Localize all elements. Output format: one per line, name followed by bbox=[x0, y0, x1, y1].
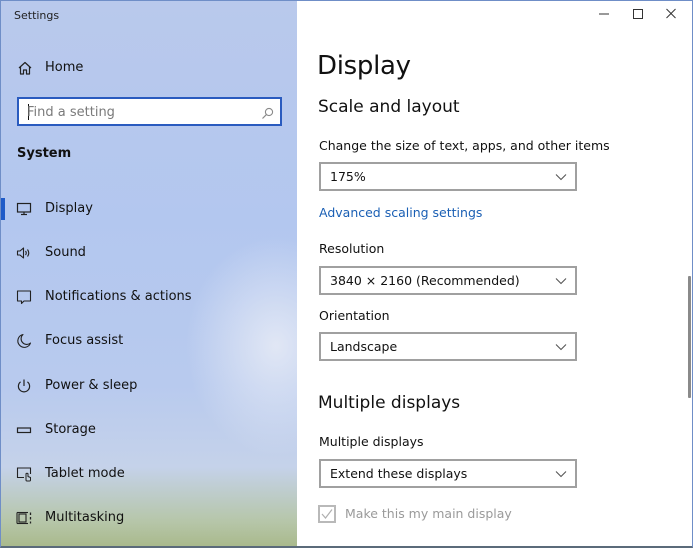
chevron-down-icon bbox=[555, 278, 567, 285]
notification-icon bbox=[16, 289, 32, 305]
settings-window: Settings Home System Display bbox=[0, 0, 693, 548]
monitor-icon bbox=[16, 201, 32, 217]
scrollbar-thumb[interactable] bbox=[688, 276, 691, 398]
close-button[interactable] bbox=[659, 5, 683, 25]
sidebar-item-storage[interactable]: Storage bbox=[1, 410, 297, 450]
section-heading-scale-layout: Scale and layout bbox=[318, 97, 460, 117]
sidebar: Settings Home System Display bbox=[1, 1, 297, 546]
orientation-value: Landscape bbox=[330, 339, 398, 354]
chevron-down-icon bbox=[555, 344, 567, 351]
sidebar-item-focus-assist[interactable]: Focus assist bbox=[1, 321, 297, 361]
resolution-dropdown[interactable]: 3840 × 2160 (Recommended) bbox=[319, 266, 577, 295]
checkmark-icon bbox=[321, 509, 333, 519]
chevron-down-icon bbox=[555, 471, 567, 478]
close-icon bbox=[666, 8, 676, 19]
sidebar-item-sound[interactable]: Sound bbox=[1, 233, 297, 273]
multiple-displays-value: Extend these displays bbox=[330, 466, 468, 481]
sidebar-item-label: Power & sleep bbox=[45, 378, 138, 393]
maximize-icon bbox=[633, 9, 643, 19]
resolution-value: 3840 × 2160 (Recommended) bbox=[330, 273, 520, 288]
search-input[interactable] bbox=[27, 103, 257, 121]
home-label: Home bbox=[45, 60, 84, 75]
checkbox[interactable] bbox=[318, 505, 336, 523]
minimize-icon bbox=[599, 13, 609, 15]
orientation-label: Orientation bbox=[319, 308, 390, 323]
search-box[interactable] bbox=[17, 97, 282, 126]
section-label-system: System bbox=[17, 146, 72, 161]
advanced-scaling-link[interactable]: Advanced scaling settings bbox=[319, 205, 482, 220]
resolution-label: Resolution bbox=[319, 241, 385, 256]
orientation-dropdown[interactable]: Landscape bbox=[319, 332, 577, 361]
sidebar-item-multitasking[interactable]: Multitasking bbox=[1, 498, 297, 538]
scale-dropdown[interactable]: 175% bbox=[319, 162, 577, 191]
sidebar-item-label: Storage bbox=[45, 422, 96, 437]
speaker-icon bbox=[16, 245, 32, 261]
power-icon bbox=[16, 378, 32, 394]
sidebar-item-label: Notifications & actions bbox=[45, 289, 192, 304]
checkbox-label: Make this my main display bbox=[345, 506, 512, 521]
sidebar-item-tablet-mode[interactable]: Tablet mode bbox=[1, 454, 297, 494]
scale-label: Change the size of text, apps, and other… bbox=[319, 138, 610, 153]
home-icon bbox=[17, 60, 33, 76]
sidebar-item-label: Multitasking bbox=[45, 510, 125, 525]
sidebar-item-label: Display bbox=[45, 201, 93, 216]
multiple-displays-label: Multiple displays bbox=[319, 434, 424, 449]
search-icon[interactable] bbox=[261, 105, 274, 119]
scale-value: 175% bbox=[330, 169, 366, 184]
sidebar-item-power-sleep[interactable]: Power & sleep bbox=[1, 366, 297, 406]
sidebar-item-label: Tablet mode bbox=[45, 466, 125, 481]
page-title: Display bbox=[317, 51, 411, 81]
maximize-button[interactable] bbox=[626, 5, 650, 25]
active-indicator bbox=[1, 198, 5, 220]
app-title: Settings bbox=[14, 9, 60, 22]
minimize-button[interactable] bbox=[592, 5, 616, 25]
chevron-down-icon bbox=[555, 174, 567, 181]
sidebar-item-label: Focus assist bbox=[45, 333, 124, 348]
storage-icon bbox=[16, 422, 32, 438]
sidebar-item-display[interactable]: Display bbox=[1, 189, 297, 229]
main-content: Display Scale and layout Change the size… bbox=[297, 1, 692, 546]
section-heading-multiple-displays: Multiple displays bbox=[318, 393, 461, 413]
tablet-mode-icon bbox=[16, 466, 32, 482]
sidebar-item-label: Sound bbox=[45, 245, 86, 260]
sidebar-item-notifications[interactable]: Notifications & actions bbox=[1, 277, 297, 317]
sidebar-home[interactable]: Home bbox=[1, 57, 297, 81]
multiple-displays-dropdown[interactable]: Extend these displays bbox=[319, 459, 577, 488]
multitasking-icon bbox=[16, 510, 32, 526]
moon-icon bbox=[16, 333, 32, 349]
